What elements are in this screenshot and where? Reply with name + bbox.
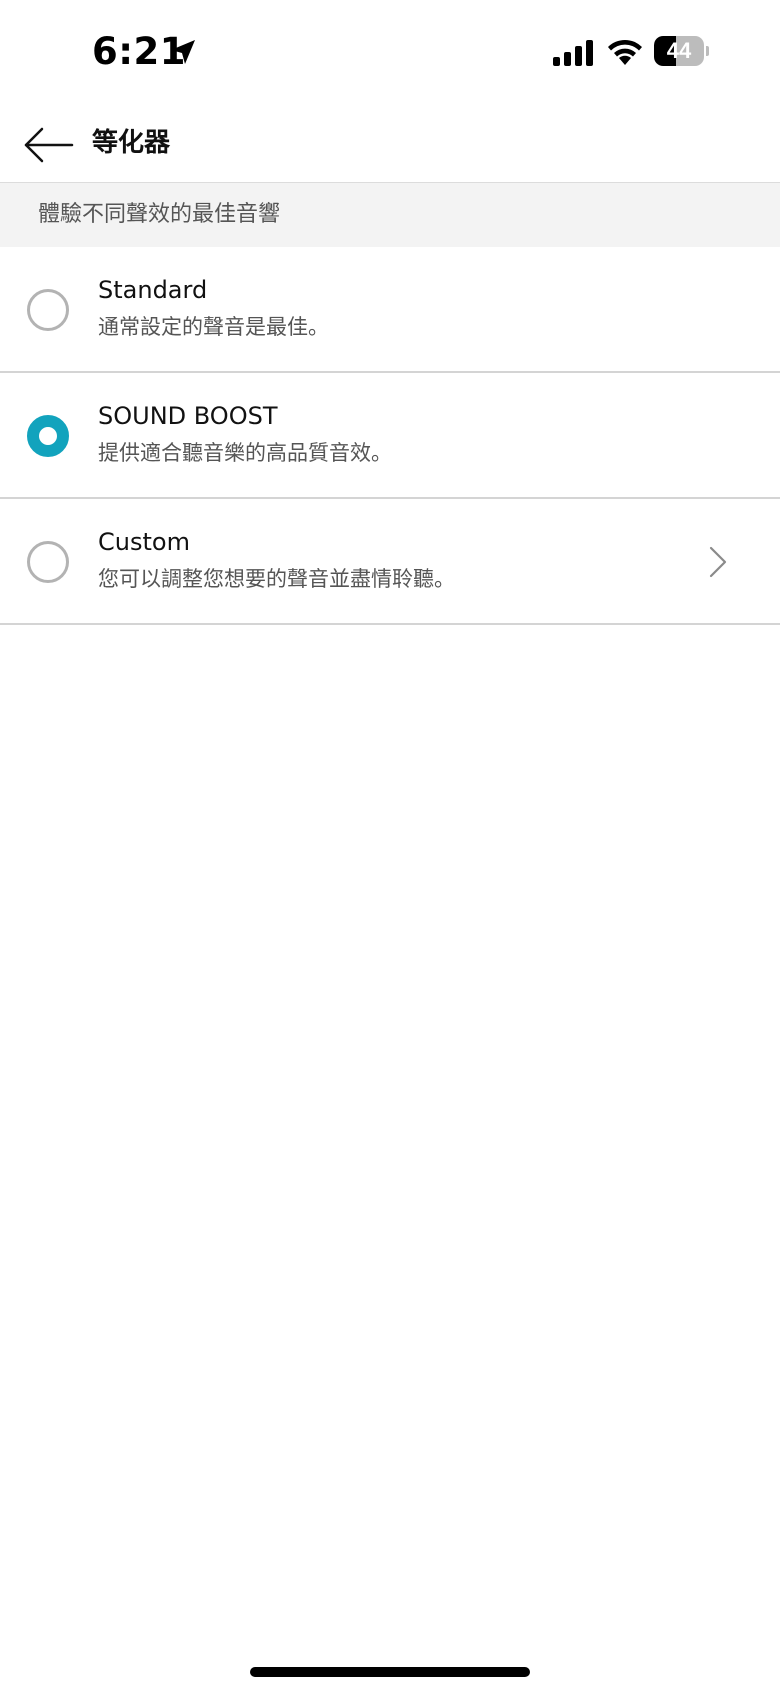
app-header: 等化器 <box>0 105 780 183</box>
battery-body: 44 <box>654 36 704 66</box>
radio-button-standard[interactable] <box>27 289 69 331</box>
option-standard[interactable]: Standard 通常設定的聲音是最佳。 <box>0 247 780 373</box>
section-header: 體驗不同聲效的最佳音響 <box>0 183 780 247</box>
radio-button-sound-boost[interactable] <box>27 415 69 457</box>
battery-cap <box>706 46 709 56</box>
home-indicator[interactable] <box>250 1667 530 1677</box>
cellular-signal-icon <box>553 40 593 66</box>
battery-level: 44 <box>666 38 692 63</box>
option-title: SOUND BOOST <box>98 402 278 430</box>
back-arrow-icon[interactable] <box>22 123 76 167</box>
option-description: 通常設定的聲音是最佳。 <box>98 315 329 339</box>
option-custom[interactable]: Custom 您可以調整您想要的聲音並盡情聆聽。 <box>0 499 780 625</box>
option-description: 提供適合聽音樂的高品質音效。 <box>98 441 392 465</box>
chevron-right-icon[interactable] <box>706 544 730 580</box>
wifi-icon <box>608 39 642 65</box>
option-sound-boost[interactable]: SOUND BOOST 提供適合聽音樂的高品質音效。 <box>0 373 780 499</box>
radio-button-custom[interactable] <box>27 541 69 583</box>
option-title: Custom <box>98 528 190 556</box>
battery-icon: 44 <box>654 36 709 66</box>
section-header-label: 體驗不同聲效的最佳音響 <box>38 202 281 227</box>
option-description: 您可以調整您想要的聲音並盡情聆聽。 <box>98 567 455 591</box>
status-bar: 6:21 44 <box>0 0 780 105</box>
option-title: Standard <box>98 276 208 304</box>
equalizer-option-list: Standard 通常設定的聲音是最佳。 SOUND BOOST 提供適合聽音樂… <box>0 247 780 625</box>
page-title: 等化器 <box>92 128 171 158</box>
location-arrow-icon <box>171 40 195 64</box>
